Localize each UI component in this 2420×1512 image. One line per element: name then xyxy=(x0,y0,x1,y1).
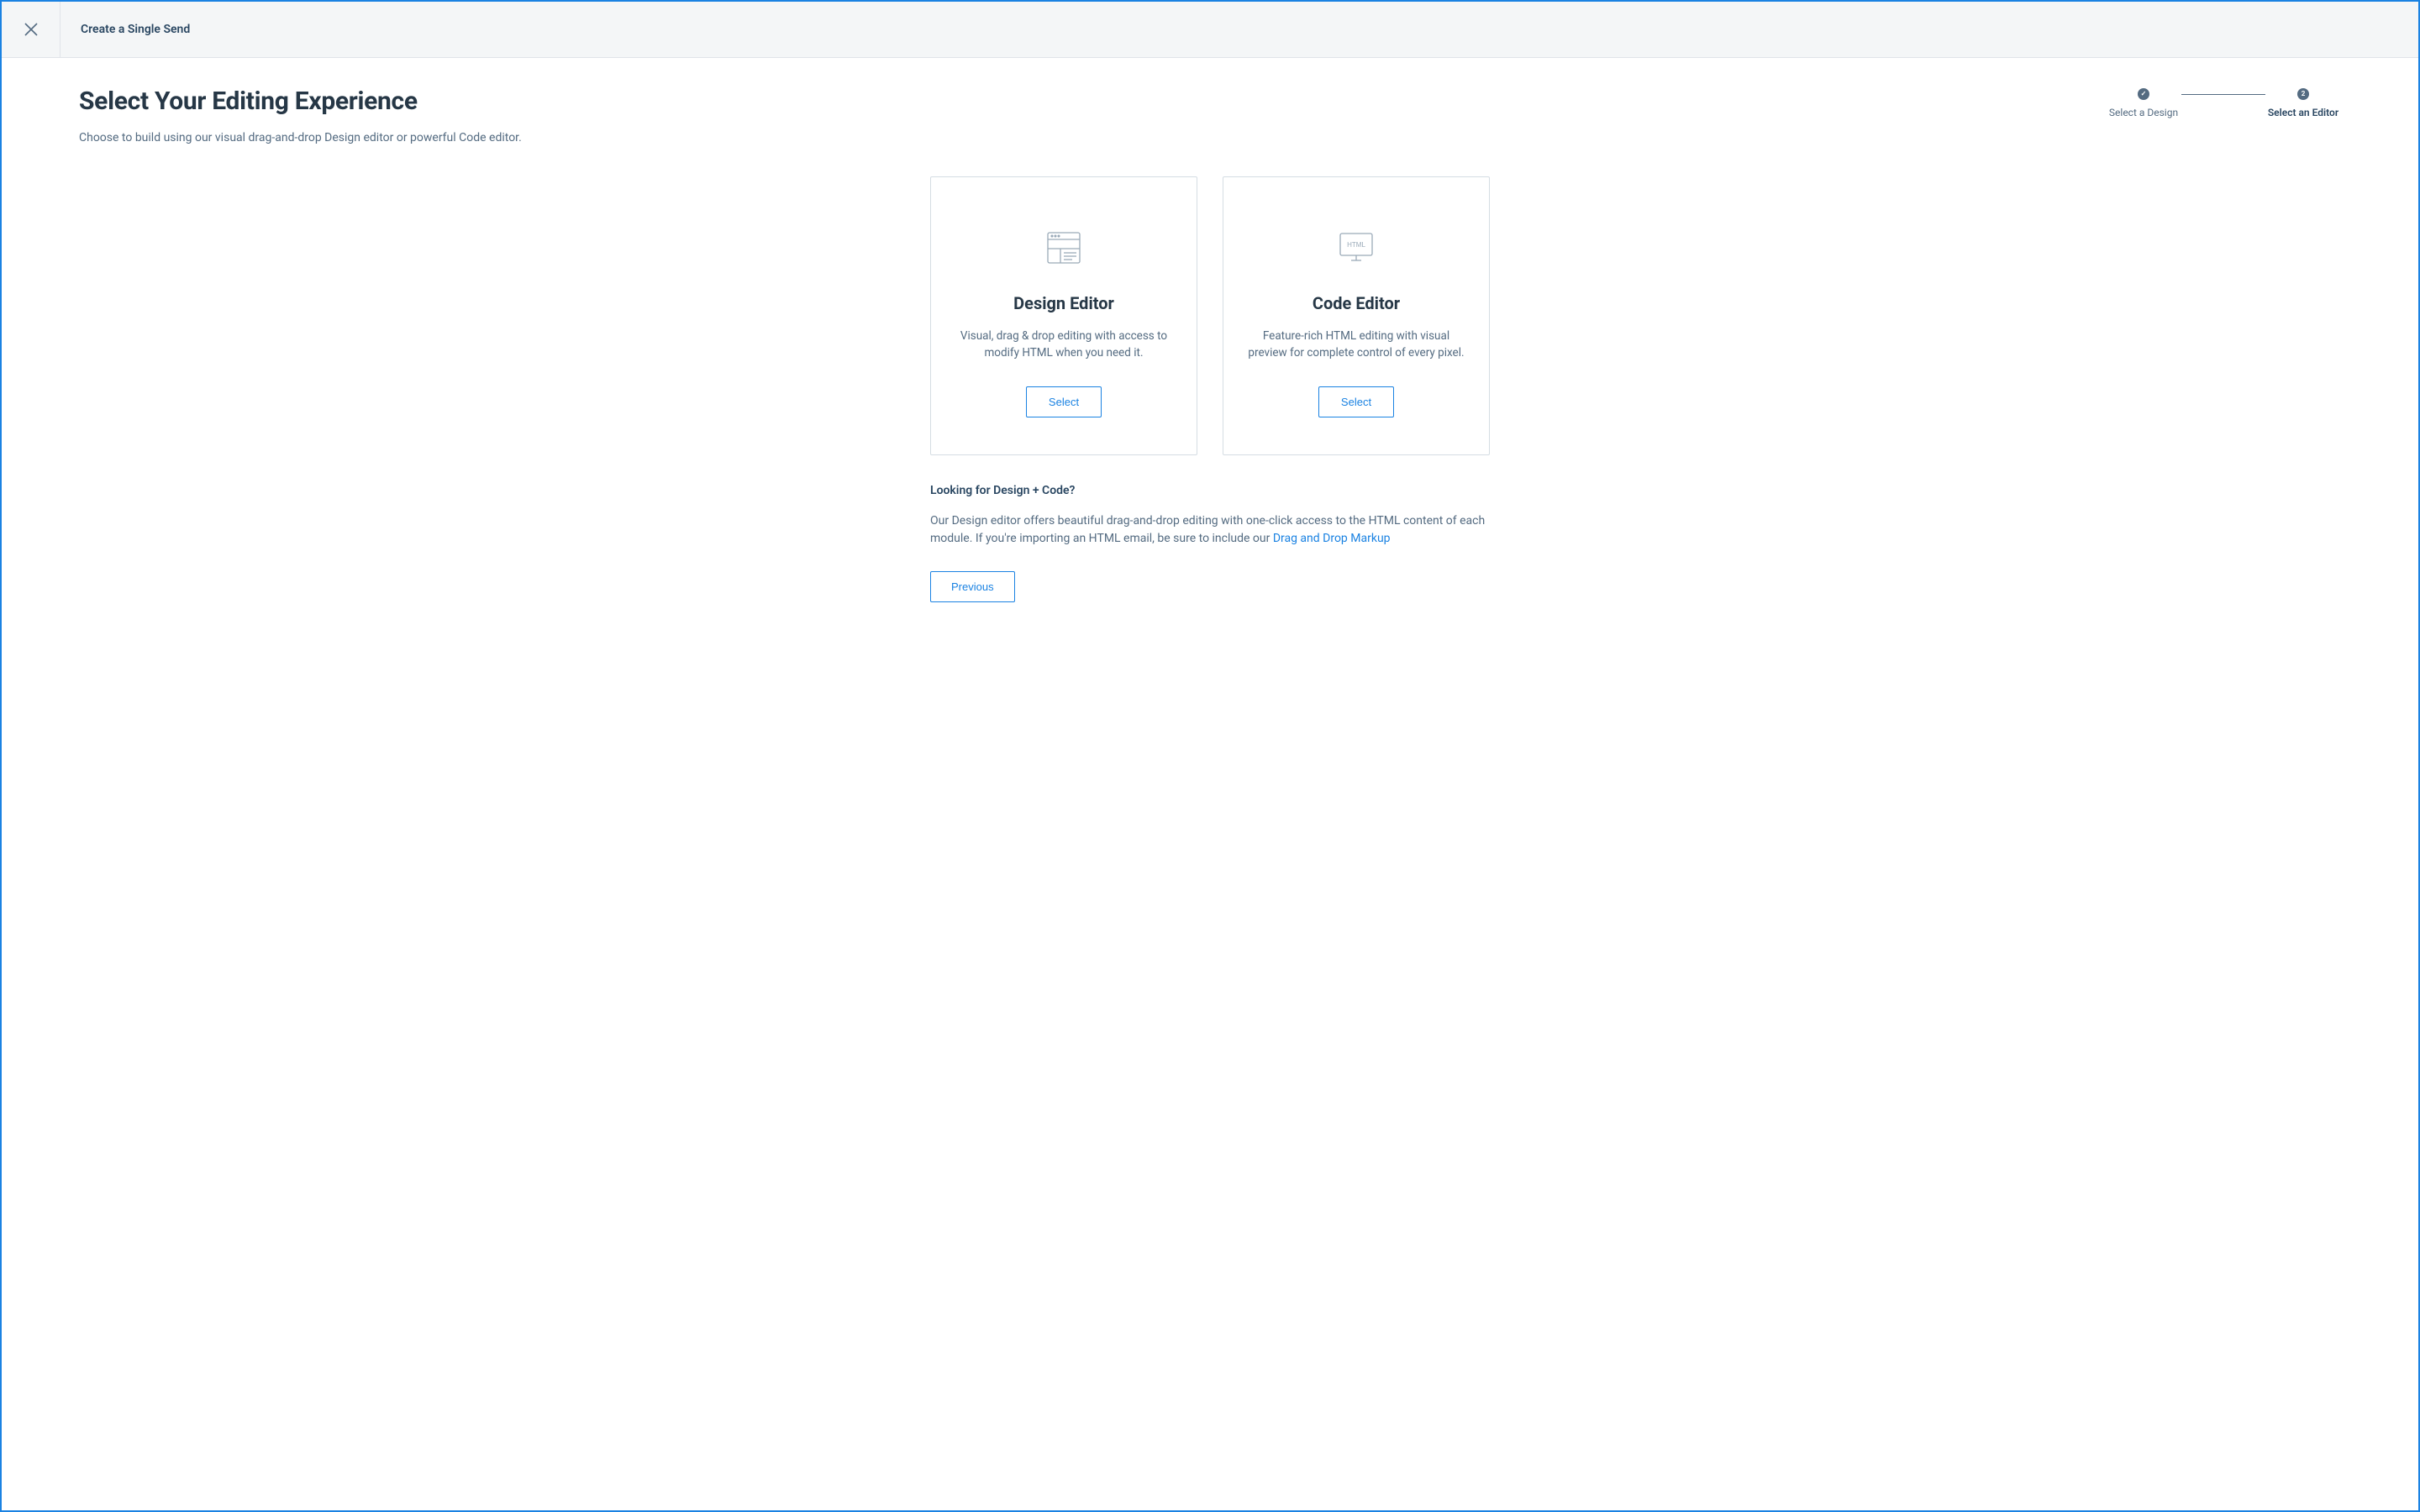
modal-header: Create a Single Send xyxy=(2,2,2418,58)
step-connector xyxy=(2181,94,2265,95)
step-1-label: Select a Design xyxy=(2109,107,2178,118)
progress-stepper: Select a Design 2 Select an Editor xyxy=(2106,87,2341,118)
design-editor-title: Design Editor xyxy=(955,293,1173,313)
page-heading: Select Your Editing Experience xyxy=(79,87,522,116)
page-body: Select Your Editing Experience Choose to… xyxy=(2,58,2418,653)
close-button[interactable] xyxy=(2,2,60,57)
code-editor-card: HTML Code Editor Feature-rich HTML editi… xyxy=(1223,176,1490,455)
previous-button[interactable]: Previous xyxy=(930,571,1015,602)
select-code-editor-button[interactable]: Select xyxy=(1318,386,1394,417)
page-subheading: Choose to build using our visual drag-an… xyxy=(79,131,522,144)
select-design-editor-button[interactable]: Select xyxy=(1026,386,1102,417)
design-plus-code-title: Looking for Design + Code? xyxy=(930,484,1490,497)
design-editor-desc: Visual, drag & drop editing with access … xyxy=(955,328,1173,361)
svg-text:HTML: HTML xyxy=(1347,241,1365,249)
layout-icon xyxy=(955,228,1173,268)
header-title: Create a Single Send xyxy=(60,23,190,36)
code-editor-desc: Feature-rich HTML editing with visual pr… xyxy=(1247,328,1465,361)
check-icon xyxy=(2138,88,2149,100)
step-select-editor: 2 Select an Editor xyxy=(2265,88,2341,118)
step-2-dot: 2 xyxy=(2297,88,2309,100)
code-editor-title: Code Editor xyxy=(1247,293,1465,313)
drag-drop-markup-link[interactable]: Drag and Drop Markup xyxy=(1273,532,1391,545)
step-select-design: Select a Design xyxy=(2106,88,2181,118)
html-monitor-icon: HTML xyxy=(1247,228,1465,268)
close-icon xyxy=(24,23,38,36)
design-plus-code-text: Our Design editor offers beautiful drag-… xyxy=(930,512,1490,548)
step-2-label: Select an Editor xyxy=(2268,107,2338,118)
